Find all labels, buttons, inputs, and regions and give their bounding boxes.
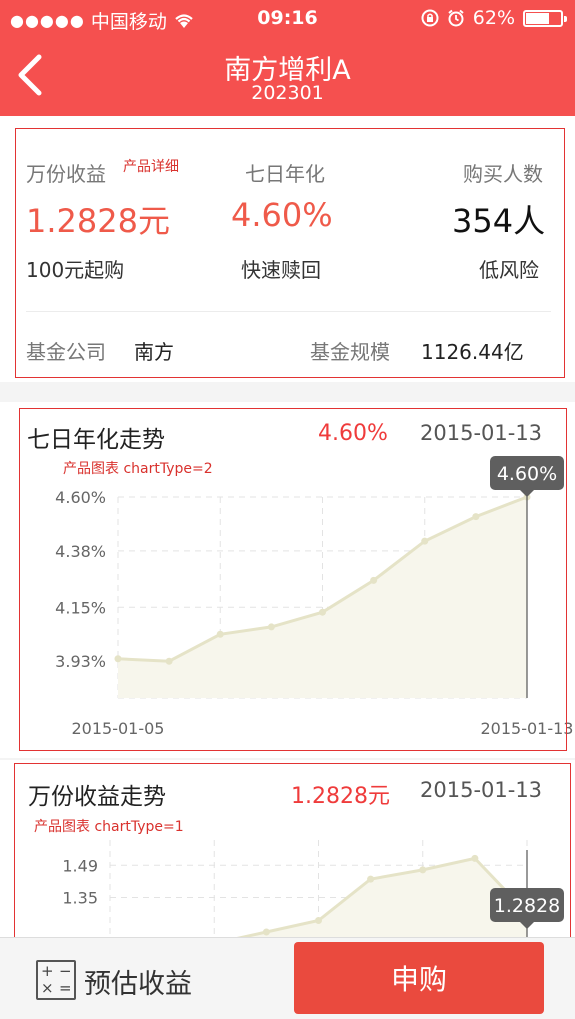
stat-label-buyers: 购买人数 xyxy=(463,162,543,186)
calculator-icon[interactable]: + − × = xyxy=(36,960,76,1000)
annual-yield-value: 4.60% xyxy=(318,421,388,446)
fund-detail-screen: ●●●●● 中国移动 09:16 62% 南方增利A 202301 产品详细 万… xyxy=(0,0,575,1019)
estimate-income-button[interactable]: 预估收益 xyxy=(84,962,192,1001)
income-title: 万份收益走势 xyxy=(28,784,166,810)
stat-label-income: 万份收益 xyxy=(26,162,106,186)
company-value: 南方 xyxy=(134,340,174,364)
stat-note-min: 100元起购 xyxy=(26,258,125,282)
income-chart-tag: 产品图表 chartType=1 xyxy=(34,819,184,835)
battery-icon xyxy=(523,9,567,27)
fund-code: 202301 xyxy=(251,82,324,104)
product-info-tag: 产品详细 xyxy=(123,159,179,175)
stat-note-redeem: 快速赎回 xyxy=(241,258,321,282)
bottom-bar: + − × = 预估收益 申购 xyxy=(0,937,575,1019)
annual-yield-title: 七日年化走势 xyxy=(27,427,165,453)
status-right: 62% xyxy=(421,7,567,29)
purchase-button[interactable]: 申购 xyxy=(294,942,544,1014)
battery-percent: 62% xyxy=(472,7,515,29)
status-bar: ●●●●● 中国移动 09:16 62% xyxy=(0,0,575,36)
income-card: 1.49 1.35 1.2828 万份收益走势 1.2828元 2015-01-13… xyxy=(0,760,575,938)
product-info-panel: 产品详细 万份收益 七日年化 购买人数 1.2828元 4.60% 354人 1… xyxy=(0,116,575,382)
stat-value-buyers: 354人 xyxy=(452,202,546,240)
scale-label: 基金规模 xyxy=(310,340,390,364)
alarm-icon xyxy=(448,9,464,27)
scale-value: 1126.44亿 xyxy=(421,340,524,364)
rotation-lock-icon xyxy=(421,9,439,27)
stat-value-annual: 4.60% xyxy=(231,196,333,234)
income-value: 1.2828元 xyxy=(291,784,390,809)
annual-chart-tag: 产品图表 chartType=2 xyxy=(63,461,213,477)
stat-note-risk: 低风险 xyxy=(479,258,539,282)
annual-yield-date: 2015-01-13 xyxy=(420,421,543,445)
income-date: 2015-01-13 xyxy=(420,778,543,802)
company-label: 基金公司 xyxy=(26,340,106,364)
info-divider xyxy=(26,311,551,312)
stat-label-annual: 七日年化 xyxy=(245,162,325,186)
stat-value-income: 1.2828元 xyxy=(26,202,170,240)
annual-yield-card: 4.60% 4.38% 4.15% 3.93% 2015-01-05 2015-01-13… xyxy=(0,402,575,758)
app-header: ●●●●● 中国移动 09:16 62% 南方增利A 202301 xyxy=(0,0,575,116)
